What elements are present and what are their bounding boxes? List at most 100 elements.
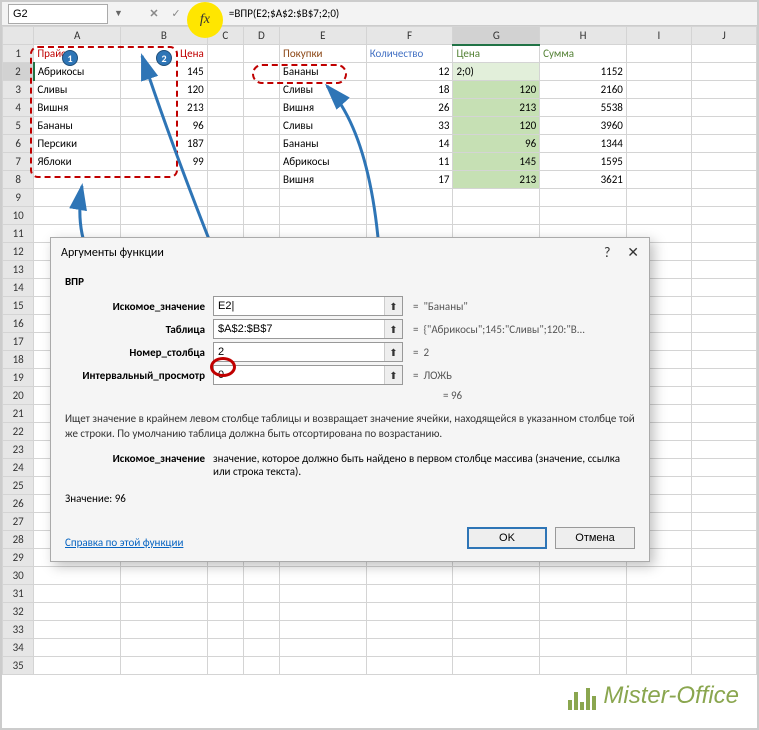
- row-header[interactable]: 19: [3, 369, 34, 387]
- cell[interactable]: [207, 621, 243, 639]
- row-header[interactable]: 20: [3, 387, 34, 405]
- cell[interactable]: [207, 63, 243, 81]
- cell[interactable]: [280, 621, 367, 639]
- cell[interactable]: Количество: [366, 45, 453, 63]
- cell[interactable]: [453, 657, 540, 675]
- cell[interactable]: [34, 585, 121, 603]
- cell[interactable]: [691, 405, 756, 423]
- cell[interactable]: [626, 135, 691, 153]
- row-header[interactable]: 21: [3, 405, 34, 423]
- cell[interactable]: [280, 603, 367, 621]
- cell[interactable]: [691, 513, 756, 531]
- cell[interactable]: [243, 63, 279, 81]
- cell[interactable]: 96: [453, 135, 540, 153]
- cell[interactable]: [366, 585, 453, 603]
- cell[interactable]: [626, 639, 691, 657]
- row-header[interactable]: 4: [3, 99, 34, 117]
- cell[interactable]: [121, 585, 208, 603]
- row-header[interactable]: 12: [3, 243, 34, 261]
- row-header[interactable]: 23: [3, 441, 34, 459]
- cell[interactable]: 145: [453, 153, 540, 171]
- cell[interactable]: 1152: [540, 63, 627, 81]
- cell[interactable]: Вишня: [280, 171, 367, 189]
- row-header[interactable]: 25: [3, 477, 34, 495]
- cell[interactable]: Персики: [34, 135, 121, 153]
- cell[interactable]: [453, 603, 540, 621]
- cell[interactable]: [207, 99, 243, 117]
- cell[interactable]: [691, 639, 756, 657]
- row-header[interactable]: 17: [3, 333, 34, 351]
- cell[interactable]: [366, 207, 453, 225]
- cell[interactable]: 26: [366, 99, 453, 117]
- cell[interactable]: [691, 171, 756, 189]
- row-header[interactable]: 6: [3, 135, 34, 153]
- cell[interactable]: [691, 333, 756, 351]
- row-header[interactable]: 34: [3, 639, 34, 657]
- row-header[interactable]: 33: [3, 621, 34, 639]
- cell[interactable]: [453, 189, 540, 207]
- cell[interactable]: Абрикосы: [34, 63, 121, 81]
- row-header[interactable]: 9: [3, 189, 34, 207]
- name-box-dropdown-icon[interactable]: ▼: [114, 8, 123, 19]
- cell[interactable]: [366, 657, 453, 675]
- cell[interactable]: [207, 585, 243, 603]
- cell[interactable]: [540, 207, 627, 225]
- cell[interactable]: [691, 135, 756, 153]
- cell[interactable]: [280, 639, 367, 657]
- cell[interactable]: [280, 657, 367, 675]
- cell[interactable]: [691, 567, 756, 585]
- row-header[interactable]: 11: [3, 225, 34, 243]
- cell[interactable]: [626, 153, 691, 171]
- cell[interactable]: [243, 639, 279, 657]
- cell[interactable]: [691, 315, 756, 333]
- cell[interactable]: Сливы: [34, 81, 121, 99]
- col-header[interactable]: J: [691, 27, 756, 45]
- cell[interactable]: [121, 639, 208, 657]
- row-header[interactable]: 10: [3, 207, 34, 225]
- cell[interactable]: [207, 189, 243, 207]
- cell[interactable]: [243, 99, 279, 117]
- cell[interactable]: [691, 621, 756, 639]
- cell[interactable]: 99: [121, 153, 208, 171]
- cell[interactable]: [121, 567, 208, 585]
- cell[interactable]: [34, 171, 121, 189]
- cell[interactable]: [207, 117, 243, 135]
- cell[interactable]: [691, 531, 756, 549]
- cell[interactable]: [626, 621, 691, 639]
- cell[interactable]: [243, 657, 279, 675]
- col-header[interactable]: F: [366, 27, 453, 45]
- cell[interactable]: [366, 639, 453, 657]
- help-icon[interactable]: ?: [604, 244, 611, 261]
- cell[interactable]: [691, 477, 756, 495]
- cell[interactable]: [691, 423, 756, 441]
- cell[interactable]: Абрикосы: [280, 153, 367, 171]
- cell[interactable]: [691, 99, 756, 117]
- cell[interactable]: [243, 603, 279, 621]
- cell[interactable]: [691, 369, 756, 387]
- cell[interactable]: [626, 45, 691, 63]
- cell[interactable]: [540, 567, 627, 585]
- cell[interactable]: [540, 621, 627, 639]
- cell[interactable]: 12: [366, 63, 453, 81]
- cell[interactable]: Цена: [453, 45, 540, 63]
- cell[interactable]: [34, 639, 121, 657]
- cell[interactable]: Сливы: [280, 117, 367, 135]
- cell[interactable]: Сливы: [280, 81, 367, 99]
- row-header[interactable]: 5: [3, 117, 34, 135]
- cell[interactable]: Покупки: [280, 45, 367, 63]
- cell[interactable]: [691, 351, 756, 369]
- row-header[interactable]: 24: [3, 459, 34, 477]
- name-box[interactable]: [8, 4, 108, 24]
- cell[interactable]: [243, 621, 279, 639]
- cell[interactable]: Вишня: [280, 99, 367, 117]
- cell[interactable]: [243, 45, 279, 63]
- cell[interactable]: [540, 657, 627, 675]
- cell[interactable]: [366, 189, 453, 207]
- help-link[interactable]: Справка по этой функции: [65, 536, 183, 549]
- cell[interactable]: [207, 657, 243, 675]
- row-header[interactable]: 14: [3, 279, 34, 297]
- cell[interactable]: [691, 225, 756, 243]
- cell[interactable]: [691, 243, 756, 261]
- cell[interactable]: [34, 657, 121, 675]
- cell[interactable]: [207, 639, 243, 657]
